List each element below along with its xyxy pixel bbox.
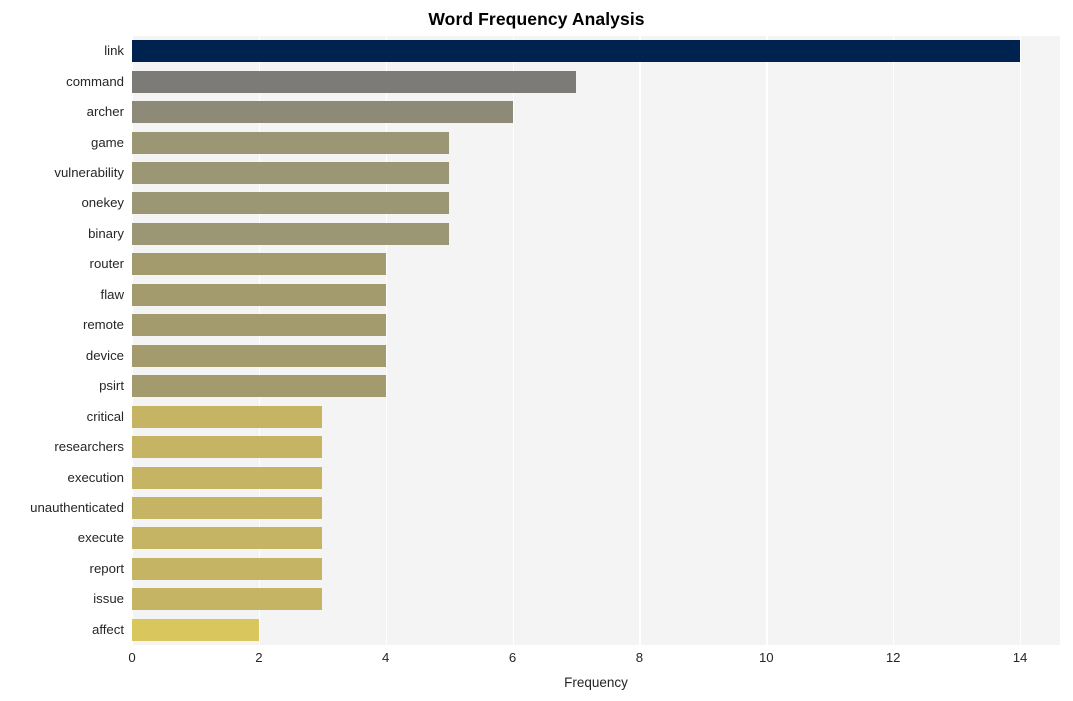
y-tick-label-onekey: onekey [81,195,124,211]
gridline-x-10 [766,36,768,645]
bar-game [132,131,450,154]
bar-link [132,40,1021,63]
bar-router [132,253,386,276]
x-axis-title: Frequency [564,675,628,690]
x-tick-label-10: 10 [758,650,774,665]
bar-onekey [132,192,450,215]
y-tick-label-game: game [91,134,124,150]
x-axis-tick-labels: 0 2 4 6 8 10 12 14 [0,649,1073,671]
gridline-x-6 [512,36,514,645]
bar-execution [132,466,323,489]
x-tick-label-14: 14 [1012,650,1028,665]
bar-command [132,70,577,93]
bar-binary [132,222,450,245]
x-tick-label-8: 8 [635,650,644,665]
bar-flaw [132,283,386,306]
bar-archer [132,101,513,124]
y-tick-label-researchers: researchers [54,439,124,455]
bar-psirt [132,375,386,398]
gridline-x-12 [893,36,895,645]
x-tick-label-12: 12 [885,650,901,665]
y-tick-label-router: router [89,256,124,272]
y-axis-tick-labels: link command archer game vulnerability onekey… [0,36,124,645]
y-tick-label-device: device [85,347,124,363]
bar-remote [132,314,386,337]
chart-title: Word Frequency Analysis [428,9,645,29]
y-tick-label-archer: archer [86,104,124,120]
bar-execute [132,527,323,550]
y-tick-label-remote: remote [82,317,124,333]
bar-critical [132,405,323,428]
y-tick-label-command: command [66,73,124,89]
bar-chart-figure: Word Frequency Analysis link command arche… [0,0,1073,701]
gridline-x-2 [258,36,261,645]
bar-affect [132,618,259,641]
bar-issue [132,588,323,611]
bar-vulnerability [132,162,450,185]
y-tick-label-psirt: psirt [99,378,124,394]
x-tick-label-0: 0 [128,650,136,665]
y-tick-label-flaw: flaw [100,286,124,302]
y-tick-label-report: report [89,560,124,576]
bar-device [132,344,386,367]
x-tick-label-2: 2 [255,650,263,665]
y-tick-label-vulnerability: vulnerability [54,165,124,181]
bar-researchers [132,436,323,459]
gridline-x-14 [1020,36,1022,645]
y-tick-label-execute: execute [77,530,124,546]
y-tick-label-affect: affect [91,621,124,637]
plot-area [132,36,1060,645]
x-tick-label-6: 6 [508,650,517,665]
bar-unauthenticated [132,496,323,519]
x-tick-label-4: 4 [382,650,390,665]
y-tick-label-execution: execution [67,469,124,485]
y-tick-label-unauthenticated: unauthenticated [30,499,124,515]
bar-report [132,557,323,580]
gridline-x-8 [639,36,641,645]
y-tick-label-critical: critical [86,408,124,424]
y-tick-label-binary: binary [88,225,124,241]
gridline-x-0 [132,36,134,645]
gridline-x-4 [385,36,388,645]
y-tick-label-issue: issue [93,591,124,607]
y-tick-label-link: link [104,43,124,59]
